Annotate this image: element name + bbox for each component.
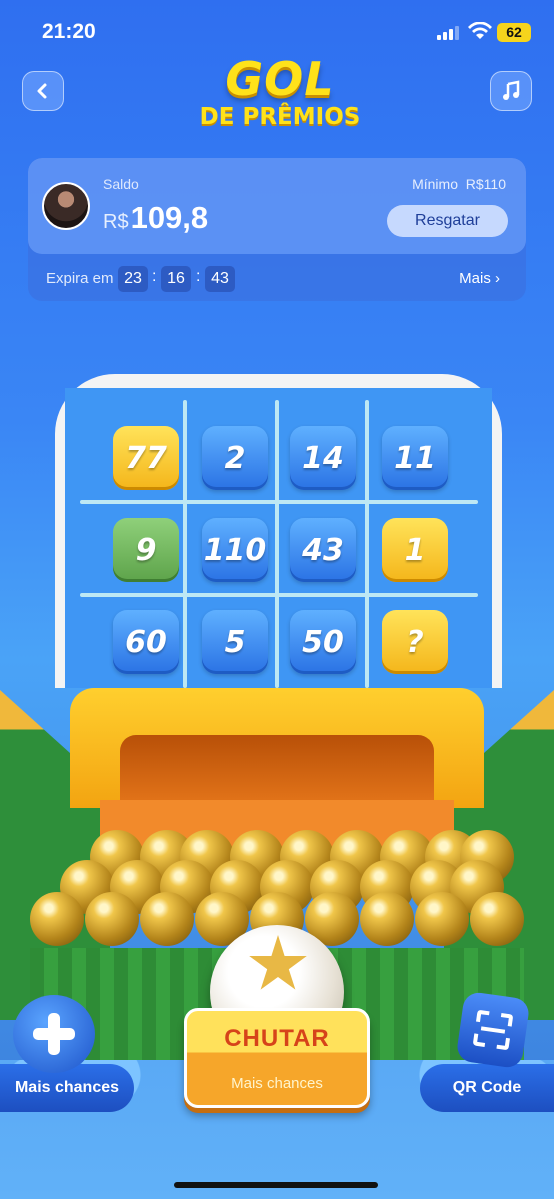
chutar-label: CHUTAR [224, 1025, 330, 1052]
gold-ball [30, 892, 84, 946]
cellular-signal-icon [437, 26, 461, 40]
prize-cell: 43 [290, 518, 356, 582]
expira-label: Expira em [46, 270, 114, 287]
saldo-amount: 109,8 [130, 200, 209, 235]
qr-scan-icon [473, 1010, 513, 1050]
prize-cell: 77 [113, 426, 179, 490]
prize-cell: 50 [290, 610, 356, 674]
timer-separator: : [196, 268, 201, 285]
minimo-text: Mínimo R$110 [412, 176, 506, 192]
gold-ball [140, 892, 194, 946]
prize-cell: ? [382, 610, 448, 674]
saldo-value: R$109,8 [103, 200, 208, 236]
plus-icon [33, 1013, 75, 1055]
logo-subtitle: DE PRÊMIOS [199, 104, 361, 130]
saldo-label: Saldo [103, 176, 139, 192]
gold-ball [470, 892, 524, 946]
prize-cell: 110 [202, 518, 268, 582]
qr-scan-button[interactable] [455, 990, 531, 1070]
balance-card-top: Saldo R$109,8 Mínimo R$110 Resgatar [28, 158, 526, 254]
gold-ball [360, 892, 414, 946]
chevron-right-icon: › [495, 270, 500, 287]
game-logo: GOL DE PRÊMIOS [180, 55, 380, 140]
net-line [275, 400, 279, 688]
battery-indicator: 62 [497, 23, 531, 42]
net-line [80, 500, 478, 504]
net-line [80, 593, 478, 597]
currency-symbol: R$ [103, 211, 129, 233]
balance-card: Saldo R$109,8 Mínimo R$110 Resgatar Expi… [28, 158, 526, 301]
add-chances-button[interactable] [13, 995, 95, 1073]
avatar[interactable] [42, 182, 90, 230]
prize-cell: 11 [382, 426, 448, 490]
mais-chances-button[interactable]: Mais chances [0, 1064, 134, 1112]
minimo-value: R$110 [465, 176, 506, 192]
home-indicator [174, 1182, 378, 1188]
music-button[interactable] [490, 71, 532, 111]
minimo-label: Mínimo [412, 176, 458, 192]
net-line [183, 400, 187, 688]
net-line [365, 400, 369, 688]
status-time: 21:20 [42, 20, 96, 43]
prize-cell: 60 [113, 610, 179, 674]
timer-separator: : [152, 268, 157, 285]
timer-hours: 23 [118, 266, 148, 292]
logo-title: GOL [225, 52, 335, 106]
mais-label: Mais [459, 270, 491, 287]
prize-cell: 9 [113, 518, 179, 582]
chevron-left-icon [37, 83, 47, 99]
gold-ball [415, 892, 469, 946]
chutar-sublabel: Mais chances [231, 1075, 323, 1092]
chutar-button[interactable]: CHUTAR Mais chances [184, 1008, 370, 1108]
back-button[interactable] [22, 71, 64, 111]
prize-cell: 2 [202, 426, 268, 490]
prize-cell: 1 [382, 518, 448, 582]
mais-link[interactable]: Mais › [459, 270, 500, 287]
resgatar-button[interactable]: Resgatar [387, 205, 508, 237]
timer-seconds: 43 [205, 266, 235, 292]
wifi-icon [468, 22, 492, 39]
qr-code-button[interactable]: QR Code [420, 1064, 554, 1112]
prize-cell: 5 [202, 610, 268, 674]
timer-minutes: 16 [161, 266, 191, 292]
prize-cell: 14 [290, 426, 356, 490]
music-note-icon [503, 80, 520, 100]
gold-ball [85, 892, 139, 946]
